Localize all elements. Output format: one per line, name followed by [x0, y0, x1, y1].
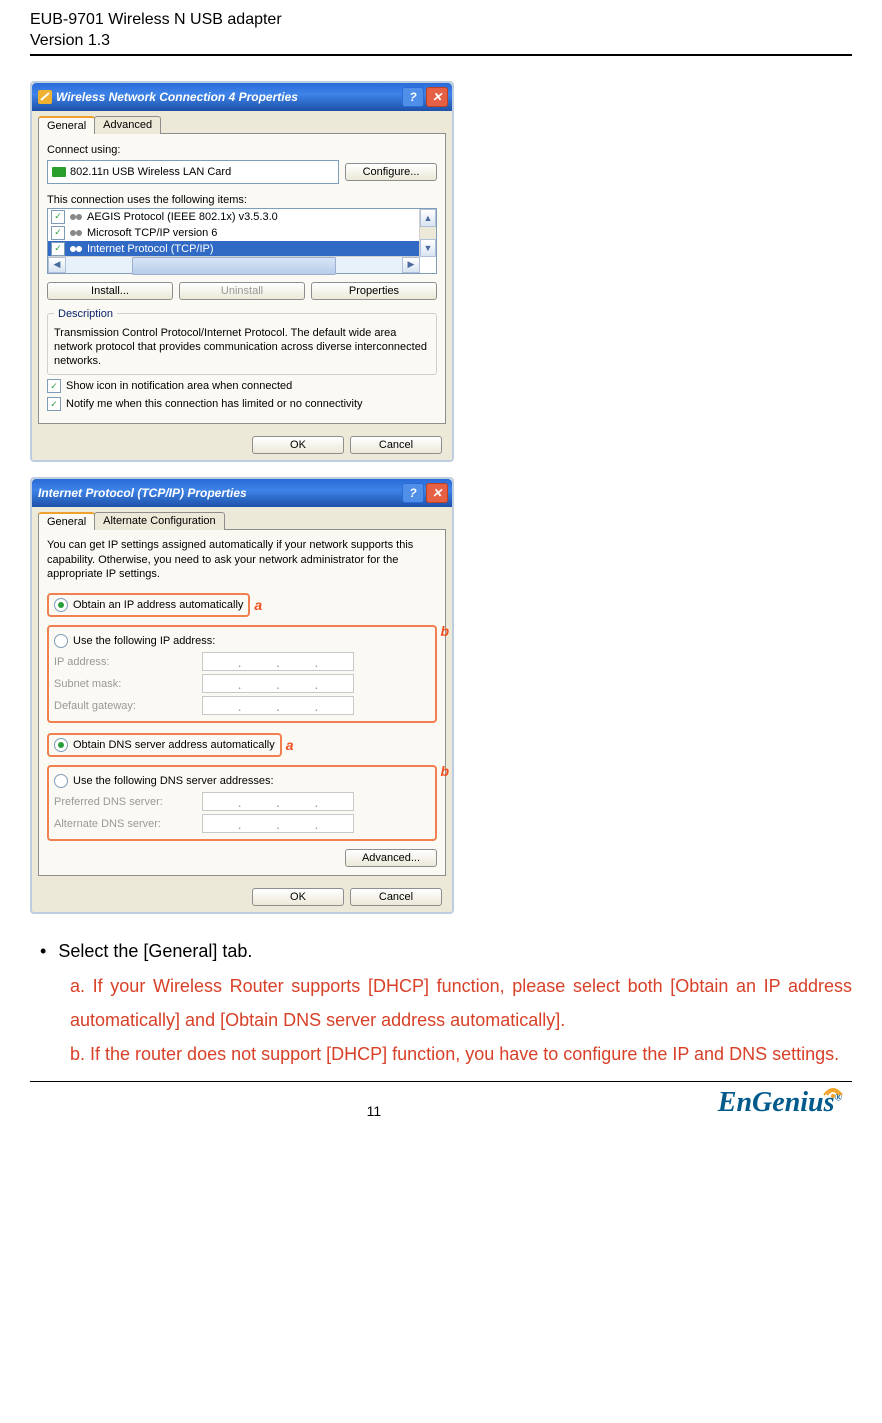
ip-address-label: IP address: [54, 656, 194, 668]
scroll-thumb[interactable] [132, 257, 336, 275]
bullet-icon: • [40, 934, 46, 968]
gateway-label: Default gateway: [54, 700, 194, 712]
protocol-icon [69, 243, 83, 255]
scrollbar-horizontal[interactable]: ◀ ▶ [48, 256, 420, 273]
brand-logo: EnGenius® [718, 1087, 852, 1119]
ok-button-1[interactable]: OK [252, 436, 344, 454]
list-item-label: Microsoft TCP/IP version 6 [87, 227, 217, 239]
components-listbox[interactable]: ✓ AEGIS Protocol (IEEE 802.1x) v3.5.3.0 … [47, 208, 437, 274]
subnet-mask-label: Subnet mask: [54, 678, 194, 690]
show-icon-label: Show icon in notification area when conn… [66, 380, 292, 392]
protocol-icon [69, 227, 83, 239]
connect-using-label: Connect using: [47, 144, 437, 156]
instruction-a: a. If your Wireless Router supports [DHC… [70, 969, 852, 1037]
notify-checkbox[interactable]: ✓ [47, 397, 61, 411]
help-button[interactable]: ? [402, 87, 424, 107]
radio-obtain-dns[interactable] [54, 738, 68, 752]
cancel-button-1[interactable]: Cancel [350, 436, 442, 454]
intro-text: You can get IP settings assigned automat… [47, 538, 437, 581]
nic-icon [52, 167, 66, 177]
wifi-icon [822, 1079, 844, 1101]
list-item-label: AEGIS Protocol (IEEE 802.1x) v3.5.3.0 [87, 211, 278, 223]
radio-obtain-ip[interactable] [54, 598, 68, 612]
scrollbar-vertical[interactable]: ▲ ▼ [419, 209, 436, 257]
highlight-use-ip: Use the following IP address: IP address… [47, 625, 437, 723]
header-rule [30, 54, 852, 56]
annotation-b-2: b [440, 763, 449, 779]
pdns-field[interactable]: ... [202, 792, 354, 811]
list-item-selected[interactable]: ✓ Internet Protocol (TCP/IP) [48, 241, 436, 257]
annotation-a-1: a [254, 597, 262, 613]
description-fieldset: Description Transmission Control Protoco… [47, 308, 437, 376]
show-icon-checkbox[interactable]: ✓ [47, 379, 61, 393]
protocol-icon [69, 211, 83, 223]
header-product: EUB-9701 Wireless N USB adapter [30, 10, 852, 31]
install-button[interactable]: Install... [47, 282, 173, 300]
gateway-field[interactable]: ... [202, 696, 354, 715]
uses-label: This connection uses the following items… [47, 194, 437, 206]
scroll-down-icon[interactable]: ▼ [420, 239, 436, 257]
checkbox-icon[interactable]: ✓ [51, 210, 65, 224]
scroll-left-icon[interactable]: ◀ [48, 257, 66, 273]
tab-general-2[interactable]: General [38, 512, 95, 530]
footer-rule [30, 1081, 852, 1082]
list-item[interactable]: ✓ AEGIS Protocol (IEEE 802.1x) v3.5.3.0 [48, 209, 436, 225]
radio-obtain-dns-label: Obtain DNS server address automatically [73, 739, 275, 751]
bullet-text: Select the [General] tab. [58, 934, 252, 968]
description-text: Transmission Control Protocol/Internet P… [54, 326, 430, 369]
wireless-icon [38, 90, 52, 104]
help-button[interactable]: ? [402, 483, 424, 503]
uninstall-button: Uninstall [179, 282, 305, 300]
highlight-use-dns: Use the following DNS server addresses: … [47, 765, 437, 841]
tab-general-1[interactable]: General [38, 116, 95, 134]
dialog-title-2: Internet Protocol (TCP/IP) Properties [38, 486, 247, 500]
properties-dialog-1: Wireless Network Connection 4 Properties… [30, 81, 454, 463]
scroll-up-icon[interactable]: ▲ [420, 209, 436, 227]
radio-use-dns-label: Use the following DNS server addresses: [73, 775, 274, 787]
radio-use-dns[interactable] [54, 774, 68, 788]
instruction-b: b. If the router does not support [DHCP]… [70, 1037, 852, 1071]
properties-button[interactable]: Properties [311, 282, 437, 300]
annotation-b-1: b [440, 623, 449, 639]
brand-text: EnGenius [718, 1087, 835, 1118]
radio-use-ip-label: Use the following IP address: [73, 635, 215, 647]
highlight-obtain-dns: Obtain DNS server address automatically [47, 733, 282, 757]
titlebar-1: Wireless Network Connection 4 Properties… [32, 83, 452, 111]
configure-button[interactable]: Configure... [345, 163, 437, 181]
description-legend: Description [54, 308, 117, 320]
annotation-a-2: a [286, 737, 294, 753]
tab-alternate[interactable]: Alternate Configuration [94, 512, 225, 530]
pdns-label: Preferred DNS server: [54, 796, 194, 808]
ok-button-2[interactable]: OK [252, 888, 344, 906]
adapter-field[interactable]: 802.11n USB Wireless LAN Card [47, 160, 339, 184]
adapter-name: 802.11n USB Wireless LAN Card [70, 166, 231, 178]
scroll-right-icon[interactable]: ▶ [402, 257, 420, 273]
adns-label: Alternate DNS server: [54, 818, 194, 830]
dialog-title-1: Wireless Network Connection 4 Properties [56, 90, 298, 104]
titlebar-2: Internet Protocol (TCP/IP) Properties ? … [32, 479, 452, 507]
ip-address-field[interactable]: ... [202, 652, 354, 671]
highlight-obtain-ip: Obtain an IP address automatically [47, 593, 250, 617]
tab-advanced[interactable]: Advanced [94, 116, 161, 134]
advanced-button[interactable]: Advanced... [345, 849, 437, 867]
adns-field[interactable]: ... [202, 814, 354, 833]
subnet-mask-field[interactable]: ... [202, 674, 354, 693]
checkbox-icon[interactable]: ✓ [51, 226, 65, 240]
list-item[interactable]: ✓ Microsoft TCP/IP version 6 [48, 225, 436, 241]
cancel-button-2[interactable]: Cancel [350, 888, 442, 906]
radio-obtain-ip-label: Obtain an IP address automatically [73, 599, 243, 611]
checkbox-icon[interactable]: ✓ [51, 242, 65, 256]
notify-label: Notify me when this connection has limit… [66, 398, 363, 410]
header-version: Version 1.3 [30, 31, 852, 52]
page-number: 11 [30, 1103, 718, 1119]
close-button[interactable]: ✕ [426, 87, 448, 107]
properties-dialog-2: Internet Protocol (TCP/IP) Properties ? … [30, 477, 454, 914]
list-item-label: Internet Protocol (TCP/IP) [87, 243, 214, 255]
close-button[interactable]: ✕ [426, 483, 448, 503]
radio-use-ip[interactable] [54, 634, 68, 648]
